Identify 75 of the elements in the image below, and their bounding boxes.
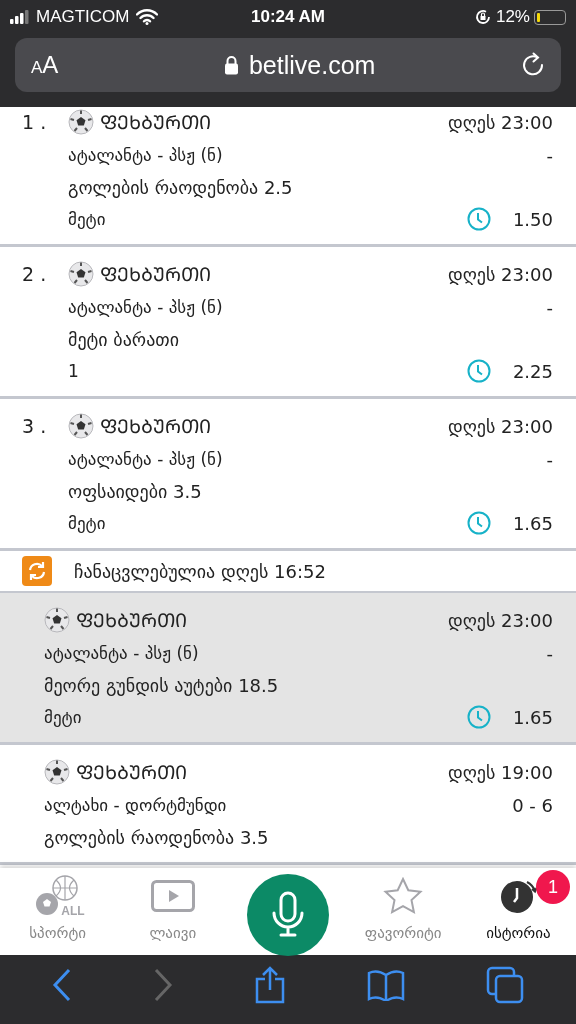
sport-name: ᲤᲔᲮᲑᲣᲠᲗᲘ <box>76 608 187 633</box>
bet-card[interactable]: ᲤᲔᲮᲑᲣᲠᲗᲘ დღეს 23:00 ატალანტა - პსჟ (ნ) - მეორე გუნდის აუტები 18.5 მეტი 1.65 <box>0 593 576 745</box>
sport-name: ᲤᲔᲮᲑᲣᲠᲗᲘ <box>100 110 211 135</box>
soccer-ball-icon <box>44 607 70 633</box>
carrier-name: MAGTICOM <box>36 7 130 27</box>
notification-badge: 1 <box>536 870 570 904</box>
soccer-ball-icon <box>44 759 70 785</box>
clock-icon <box>466 705 491 729</box>
bet-market: მეორე გუნდის აუტები 18.5 <box>44 674 279 696</box>
match-time: დღეს 23:00 <box>448 111 553 133</box>
forward-icon[interactable] <box>153 967 174 1002</box>
microphone-icon <box>271 891 305 939</box>
match-time: დღეს 19:00 <box>448 761 553 783</box>
clock-icon <box>466 511 491 535</box>
swap-icon <box>22 556 52 586</box>
clock-time: 10:24 AM <box>251 7 325 27</box>
url-text: betlive.com <box>248 50 376 80</box>
match-time: დღეს 23:00 <box>448 415 553 437</box>
back-icon[interactable] <box>52 967 73 1002</box>
bet-number: 1 . <box>22 111 47 133</box>
bet-pick: მეტი <box>68 513 106 533</box>
match-teams: ატალანტა - პსჟ (ნ) <box>68 145 223 165</box>
play-screen-icon <box>150 880 195 912</box>
wifi-icon <box>135 9 158 25</box>
match-score: 0 - 6 <box>512 794 553 816</box>
soccer-ball-icon <box>68 413 94 439</box>
nav-tab[interactable]: ისტორია 1 <box>460 868 576 956</box>
tabs-icon[interactable] <box>485 965 524 1004</box>
match-score: - <box>546 144 553 166</box>
text-size-button[interactable]: AA <box>31 51 59 79</box>
match-teams: ალტახი - დორტმუნდი <box>44 795 227 815</box>
match-teams: ატალანტა - პსჟ (ნ) <box>68 297 223 317</box>
match-score: - <box>546 448 553 470</box>
match-score: - <box>546 642 553 664</box>
bet-pick: მეტი <box>68 209 106 229</box>
soccer-ball-icon <box>68 261 94 287</box>
bet-pick: 1 <box>68 361 79 381</box>
sport-name: ᲤᲔᲮᲑᲣᲠᲗᲘ <box>76 760 187 785</box>
battery-icon <box>534 9 566 25</box>
bet-market: მეტი ბარათი <box>68 328 179 350</box>
bet-odds: 2.25 <box>512 360 553 382</box>
all-label: ALL <box>61 904 85 918</box>
bet-number: 3 . <box>22 415 47 437</box>
bet-market: გოლების რაოდენობა 2.5 <box>68 176 293 198</box>
share-icon[interactable] <box>254 965 286 1004</box>
battery-percent: 12% <box>495 7 530 27</box>
sport-name: ᲤᲔᲮᲑᲣᲠᲗᲘ <box>100 414 211 439</box>
reload-icon[interactable] <box>521 52 545 78</box>
bookmarks-icon[interactable] <box>366 968 405 1001</box>
nav-tab[interactable]: ფავორიტი <box>345 868 461 956</box>
match-time: დღეს 23:00 <box>448 263 553 285</box>
match-time: დღეს 23:00 <box>448 609 553 631</box>
soccer-ball-icon <box>68 109 94 135</box>
clock-icon <box>466 207 491 231</box>
match-score: - <box>546 296 553 318</box>
bet-odds: 1.65 <box>512 706 553 728</box>
bet-odds: 1.50 <box>512 208 553 230</box>
notice-text: ჩანაცვლებულია დღეს 16:52 <box>74 560 326 582</box>
address-bar[interactable]: AA betlive.com <box>15 38 561 92</box>
bet-card[interactable]: 1 . ᲤᲔᲮᲑᲣᲠᲗᲘ დღეს 23:00 ატალანტა - პსჟ (ნ) - გოლების რაოდენობა 2.5 მეტი 1.50 <box>0 107 576 247</box>
lock-icon <box>223 55 239 75</box>
match-teams: ატალანტა - პსჟ (ნ) <box>68 449 223 469</box>
clock-icon <box>466 359 491 383</box>
bet-pick: მეტი <box>44 707 82 727</box>
star-icon <box>383 877 424 915</box>
rotation-lock-icon <box>473 8 492 26</box>
bet-market: ოფსაიდები 3.5 <box>68 480 202 502</box>
match-teams: ატალანტა - პსჟ (ნ) <box>44 643 199 663</box>
nav-tab[interactable]: ლაივი <box>115 868 231 956</box>
signal-icon <box>10 10 30 24</box>
bet-number: 2 . <box>22 263 47 285</box>
bet-market: გოლების რაოდენობა 3.5 <box>44 826 269 848</box>
sport-name: ᲤᲔᲮᲑᲣᲠᲗᲘ <box>100 262 211 287</box>
nav-tab[interactable]: ALL სპორტი <box>0 868 116 956</box>
bet-odds: 1.65 <box>512 512 553 534</box>
